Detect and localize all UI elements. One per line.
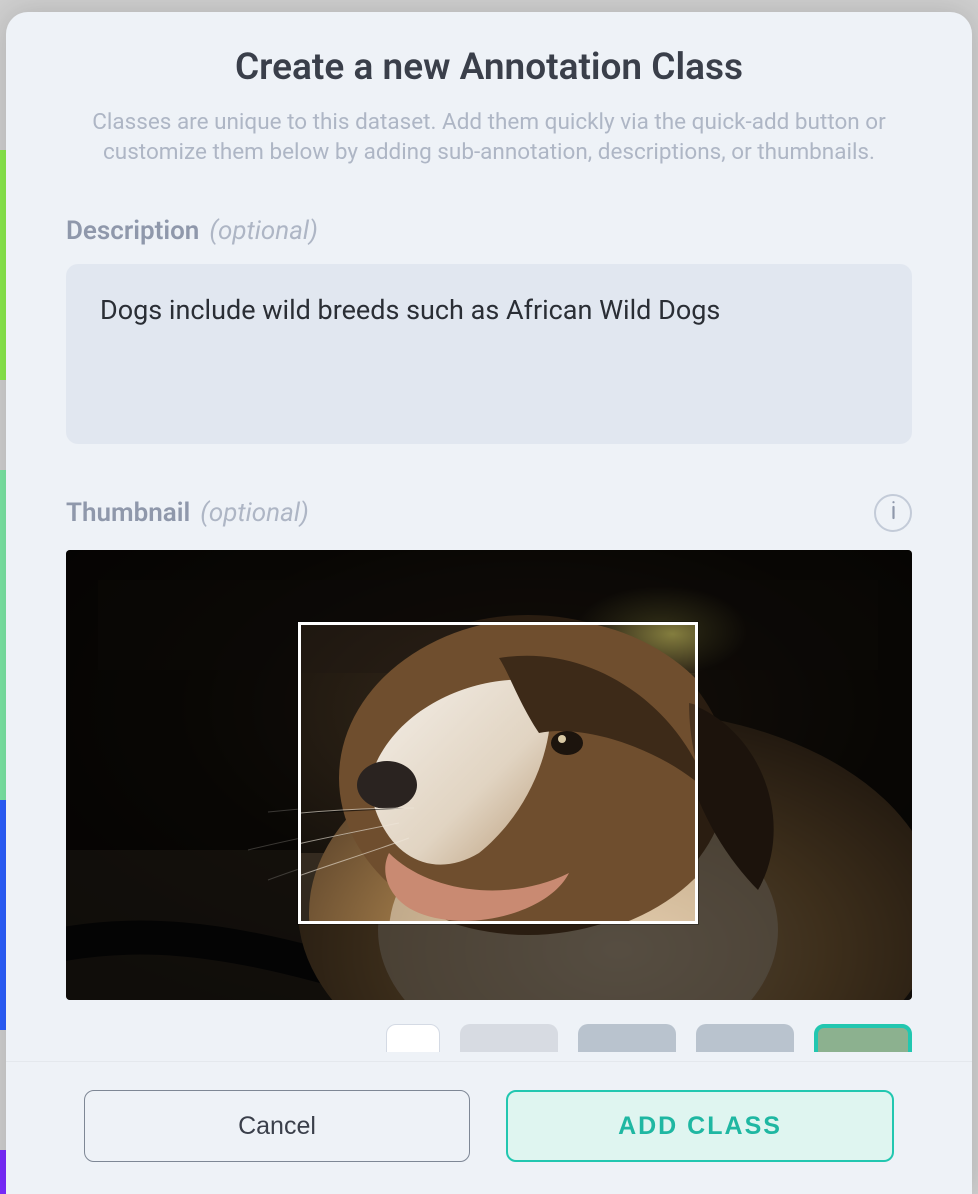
create-annotation-class-modal: Create a new Annotation Class Classes ar… — [6, 12, 972, 1194]
thumbnail-option-none[interactable]: None — [386, 1024, 440, 1052]
thumbnail-label-text: Thumbnail — [66, 498, 190, 528]
thumbnail-crop-preview[interactable] — [66, 550, 912, 1000]
modal-header: Create a new Annotation Class Classes ar… — [6, 12, 972, 188]
modal-footer: Cancel ADD CLASS — [6, 1061, 972, 1194]
modal-title: Create a new Annotation Class — [46, 46, 932, 89]
description-label-text: Description — [66, 216, 199, 246]
thumbnail-option-none-label: None — [387, 1049, 439, 1052]
modal-body: Description (optional) Thumbnail (option… — [6, 188, 972, 1061]
cancel-button[interactable]: Cancel — [84, 1090, 470, 1162]
add-class-button[interactable]: ADD CLASS — [506, 1090, 894, 1162]
thumbnail-option-selected[interactable] — [814, 1024, 912, 1052]
thumbnail-options-strip: None — [66, 1024, 912, 1052]
thumbnail-label-row: Thumbnail (optional) — [66, 494, 912, 532]
description-input[interactable] — [66, 264, 912, 444]
info-icon — [890, 500, 897, 525]
thumbnail-option[interactable] — [578, 1024, 676, 1052]
thumbnail-info-button[interactable] — [874, 494, 912, 532]
thumbnail-option[interactable] — [460, 1024, 558, 1052]
thumbnail-optional-text: (optional) — [200, 498, 309, 528]
description-label: Description (optional) — [66, 216, 912, 246]
thumbnail-crop-window[interactable] — [298, 622, 698, 924]
modal-subtitle: Classes are unique to this dataset. Add … — [59, 107, 919, 168]
description-optional-text: (optional) — [209, 216, 318, 246]
thumbnail-option[interactable] — [696, 1024, 794, 1052]
